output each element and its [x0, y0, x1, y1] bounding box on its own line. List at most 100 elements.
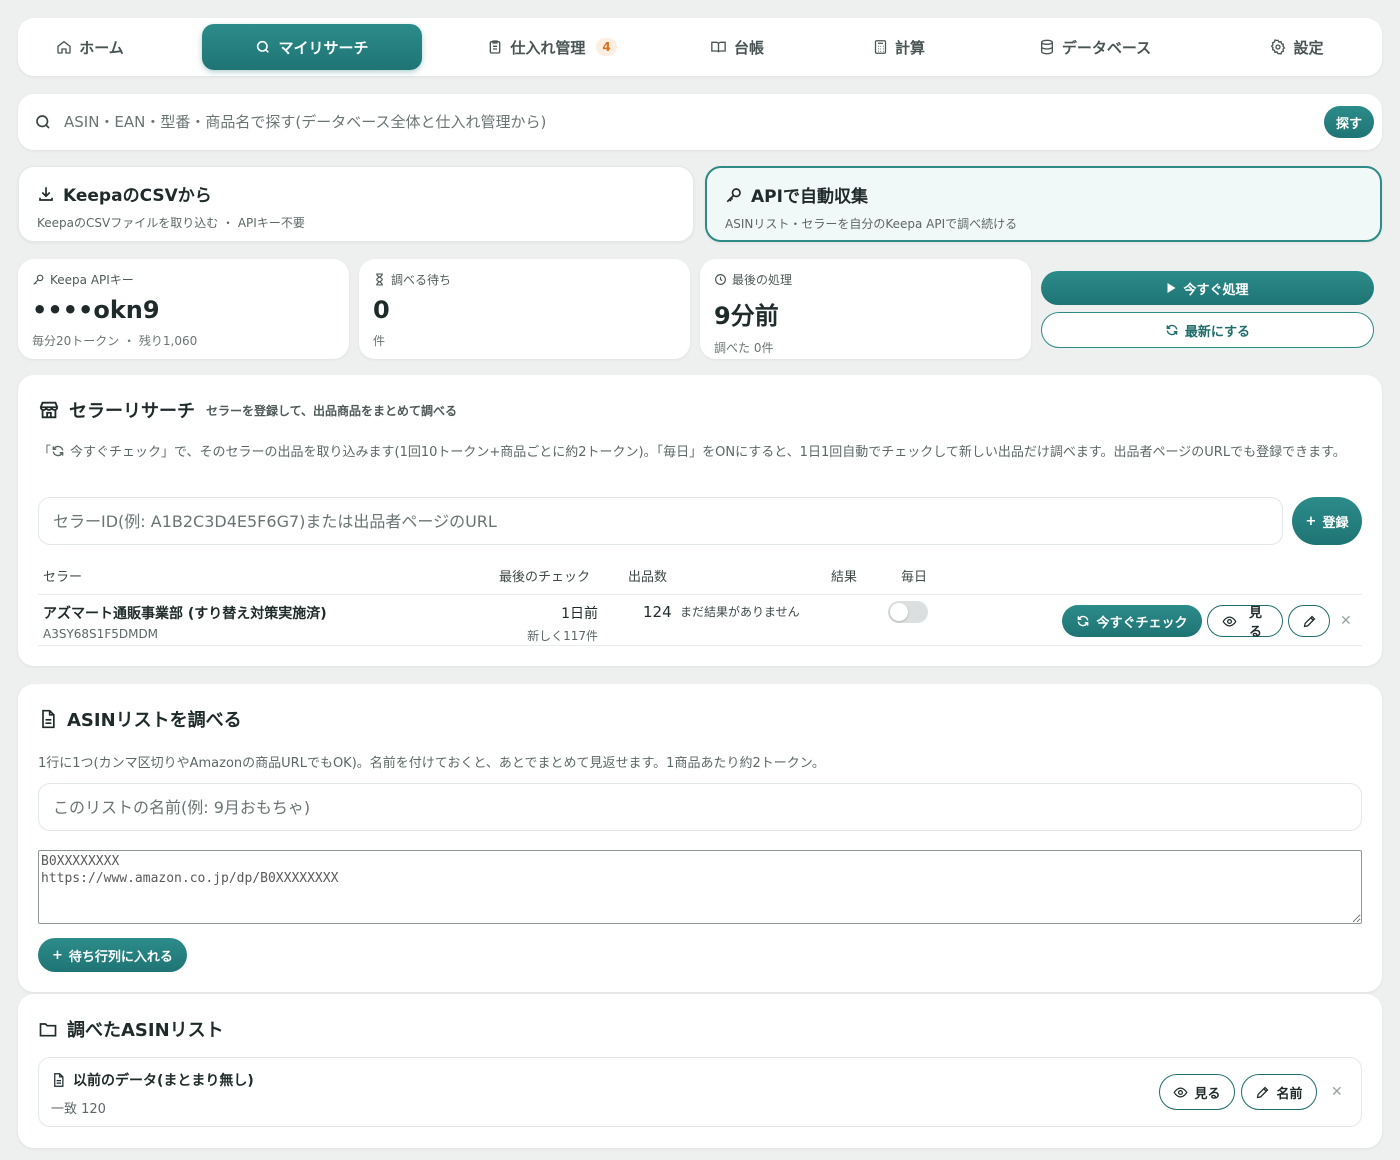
stat-api-key-sub: 毎分20トークン ・ 残り1,060	[32, 334, 198, 348]
seller-new-count: 新しく117件	[527, 629, 598, 643]
nav-home-label: ホーム	[79, 38, 124, 57]
daily-toggle[interactable]	[888, 601, 928, 623]
source-option-csv[interactable]: KeepaのCSVから KeepaのCSVファイルを取り込む ・ APIキー不要	[18, 166, 694, 242]
seller-research-section: セラーリサーチ セラーを登録して、出品商品をまとめて調べる 「 今すぐチェック」で…	[18, 375, 1382, 666]
book-icon	[710, 39, 727, 55]
seller-id: A3SY68S1F5DMDM	[43, 627, 159, 641]
clock-icon	[714, 273, 727, 286]
clipboard-icon	[487, 39, 503, 55]
stat-last-run-sub: 調べた 0件	[714, 341, 774, 355]
seller-id-input[interactable]	[38, 497, 1283, 545]
search-button[interactable]: 探す	[1323, 106, 1374, 138]
stat-last-run-label: 最後の処理	[732, 273, 793, 287]
refresh-icon	[1076, 614, 1090, 628]
seller-table-header: セラー 最後のチェック 出品数 結果 毎日	[38, 566, 1362, 592]
nav-settings[interactable]: 設定	[1252, 24, 1342, 70]
delete-seller-button[interactable]: ✕	[1340, 613, 1352, 629]
nav-my-research[interactable]: マイリサーチ	[202, 24, 422, 70]
list-item[interactable]: 以前のデータ(まとまり無し) 一致 120 見る 名前 ✕	[38, 1057, 1362, 1127]
refresh-label: 最新にする	[1184, 324, 1251, 340]
nav-database[interactable]: データベース	[1020, 24, 1170, 70]
search-icon	[255, 39, 271, 55]
download-icon	[37, 185, 55, 203]
nav-ledger-label: 台帳	[733, 38, 764, 57]
hourglass-icon	[373, 273, 386, 286]
play-icon	[1166, 282, 1177, 294]
source-option-api[interactable]: APIで自動収集 ASINリスト・セラーを自分のKeepa APIで調べ続ける	[705, 166, 1382, 242]
add-to-queue-button[interactable]: + 待ち行列に入れる	[38, 938, 187, 972]
check-now-label: 今すぐチェック	[1096, 615, 1188, 631]
document-icon	[51, 1072, 66, 1088]
folder-icon	[38, 1019, 58, 1039]
nav-settings-label: 設定	[1293, 38, 1324, 57]
check-now-button[interactable]: 今すぐチェック	[1062, 605, 1202, 637]
register-seller-button[interactable]: + 登録	[1292, 497, 1362, 545]
seller-desc-quote: 「	[38, 445, 52, 460]
seller-section-title: セラーリサーチ	[69, 401, 195, 422]
delete-list-button[interactable]: ✕	[1331, 1084, 1343, 1100]
view-seller-button[interactable]: 見る	[1207, 605, 1283, 640]
stat-queue-value: 0	[373, 296, 390, 324]
add-to-queue-label: 待ち行列に入れる	[68, 949, 173, 965]
purchase-count-badge: 4	[596, 38, 617, 56]
seller-last-check: 1日前	[561, 606, 598, 622]
nav-home[interactable]: ホーム	[24, 24, 156, 70]
rename-list-button[interactable]: 名前	[1241, 1074, 1317, 1110]
document-icon	[38, 709, 58, 729]
source-api-title: APIで自動収集	[751, 187, 868, 207]
nav-purchase[interactable]: 仕入れ管理 4	[452, 24, 652, 70]
global-search-bar: 探す	[18, 94, 1382, 150]
stat-queue-label: 調べる待ち	[391, 273, 452, 287]
key-icon	[725, 186, 743, 204]
stat-api-key-value: ••••okn9	[32, 296, 160, 324]
plus-icon: +	[1305, 513, 1317, 529]
nav-ledger[interactable]: 台帳	[692, 24, 782, 70]
view-seller-label: 見る	[1248, 606, 1262, 640]
gear-icon	[1270, 39, 1286, 55]
eye-icon	[1222, 614, 1237, 629]
asin-list-name-input[interactable]	[38, 783, 1362, 831]
process-now-button[interactable]: 今すぐ処理	[1041, 271, 1374, 305]
source-csv-subtitle: KeepaのCSVファイルを取り込む ・ APIキー不要	[37, 216, 305, 230]
view-list-button[interactable]: 見る	[1159, 1074, 1235, 1110]
nav-calc[interactable]: 計算	[854, 24, 944, 70]
table-row: アズマート通販事業部 (すり替え対策実施済) A3SY68S1F5DMDM 1日…	[38, 594, 1362, 646]
seller-description: 「 今すぐチェック」で、そのセラーの出品を取り込みます(1回10トークン+商品ごと…	[38, 441, 1362, 464]
asin-list-section: ASINリストを調べる 1行に1つ(カンマ区切りやAmazonの商品URLでもO…	[18, 684, 1382, 992]
key-icon	[32, 273, 45, 286]
seller-result: まだ結果がありません	[680, 605, 800, 619]
col-count: 出品数	[628, 570, 668, 585]
asin-list-textarea[interactable]	[38, 850, 1362, 924]
asin-section-title: ASINリストを調べる	[67, 710, 242, 731]
list-match-count: 一致 120	[51, 1102, 106, 1117]
asin-description: 1行に1つ(カンマ区切りやAmazonの商品URLでもOK)。名前を付けておくと…	[38, 756, 825, 771]
col-last-check: 最後のチェック	[499, 570, 591, 585]
nav-my-research-label: マイリサーチ	[278, 38, 369, 57]
col-seller: セラー	[43, 570, 83, 585]
calculator-icon	[873, 39, 888, 55]
saved-section-title: 調べたASINリスト	[67, 1020, 224, 1041]
plus-icon: +	[52, 947, 63, 963]
stat-queue: 調べる待ち 0 件	[359, 259, 690, 359]
home-icon	[56, 39, 72, 55]
edit-seller-button[interactable]	[1288, 605, 1330, 637]
col-result: 結果	[831, 570, 858, 585]
process-now-label: 今すぐ処理	[1183, 282, 1249, 298]
view-list-label: 見る	[1194, 1086, 1221, 1102]
refresh-icon	[51, 444, 65, 458]
global-search-input[interactable]	[64, 113, 1324, 131]
seller-section-subtitle: セラーを登録して、出品商品をまとめて調べる	[206, 403, 458, 418]
refresh-button[interactable]: 最新にする	[1041, 312, 1374, 348]
eye-icon	[1173, 1085, 1188, 1100]
stat-last-run-value: 9分前	[714, 302, 779, 330]
top-nav: ホーム マイリサーチ 仕入れ管理 4 台帳 計算 データベース 設定	[18, 18, 1382, 76]
source-csv-title: KeepaのCSVから	[63, 186, 212, 206]
run-actions: 今すぐ処理 最新にする	[1041, 271, 1374, 348]
refresh-icon	[1165, 323, 1179, 337]
seller-desc-text: 今すぐチェック」で、そのセラーの出品を取り込みます(1回10トークン+商品ごとに…	[70, 445, 1346, 460]
nav-database-label: データベース	[1061, 38, 1152, 57]
seller-listing-count: 124	[643, 603, 672, 621]
stat-api-key-label: Keepa APIキー	[50, 273, 134, 287]
database-icon	[1039, 39, 1055, 55]
nav-purchase-label: 仕入れ管理	[510, 38, 586, 57]
